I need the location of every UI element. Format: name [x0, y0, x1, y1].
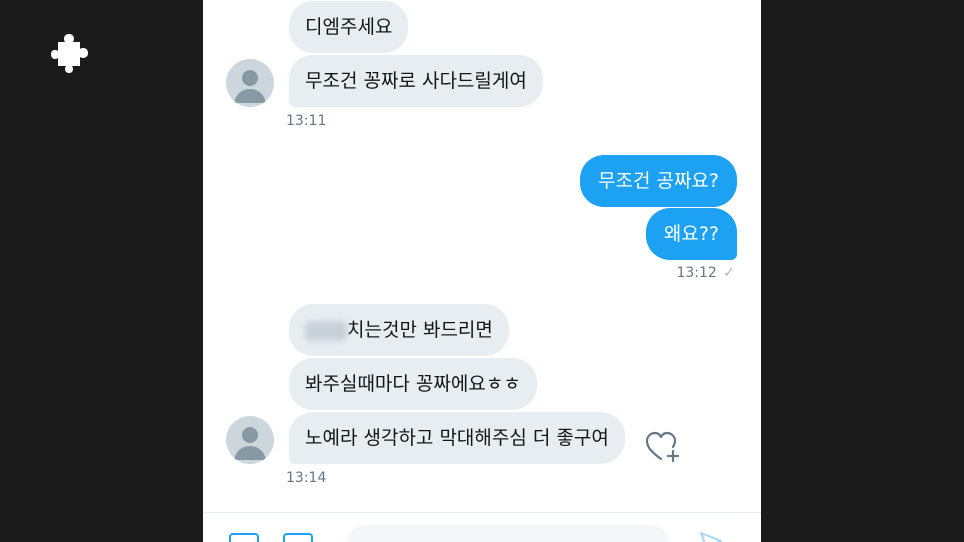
dm-conversation-panel: 디엠주세요 무조건 꽁짜로 사다드릴게여 13:11 무조건 공짜요? 왜요??… [203, 0, 761, 542]
message-timestamp: 13:14 [286, 470, 327, 486]
message-text: 무조건 꽁짜로 사다드릴게여 [305, 70, 527, 92]
message-timestamp: 13:11 [286, 113, 327, 129]
message-timestamp-row: 13:12 ✓ [676, 265, 735, 281]
message-text: 치는것만 봐드리면 [347, 319, 493, 341]
message-incoming: 봐주실때마다 꽁짜에요ㅎㅎ [289, 358, 537, 410]
avatar-icon[interactable] [226, 416, 274, 464]
message-text: 봐주실때마다 꽁짜에요ㅎㅎ [305, 373, 521, 395]
message-incoming: 디엠주세요 [289, 1, 409, 53]
message-incoming: 노예라 생각하고 막대해주심 더 좋구여 [289, 412, 625, 464]
media-icon[interactable] [229, 533, 259, 542]
gif-icon[interactable] [283, 533, 313, 542]
message-text: 노예라 생각하고 막대해주심 더 좋구여 [305, 427, 609, 449]
message-outgoing: 왜요?? [645, 208, 737, 260]
heart-plus-icon[interactable] [644, 428, 682, 464]
message-text: 디엠주세요 [305, 16, 393, 38]
message-incoming: 무조건 꽁짜로 사다드릴게여 [289, 55, 543, 107]
avatar-icon[interactable] [226, 59, 274, 107]
read-status-icon: ✓ [723, 265, 735, 281]
send-icon[interactable] [699, 531, 723, 542]
message-outgoing: 무조건 공짜요? [579, 155, 737, 207]
message-input[interactable] [347, 525, 669, 542]
message-incoming: 치는것만 봐드리면 [289, 304, 509, 356]
message-text: 왜요?? [663, 223, 719, 245]
puzzle-icon [51, 34, 88, 73]
default-avatar-icon [234, 427, 266, 460]
screen-background: 디엠주세요 무조건 꽁짜로 사다드릴게여 13:11 무조건 공짜요? 왜요??… [0, 0, 964, 542]
redacted-text [305, 320, 347, 341]
message-composer [203, 512, 761, 542]
message-timestamp: 13:12 [676, 265, 717, 281]
message-text: 무조건 공짜요? [597, 170, 719, 192]
default-avatar-icon [234, 70, 266, 103]
